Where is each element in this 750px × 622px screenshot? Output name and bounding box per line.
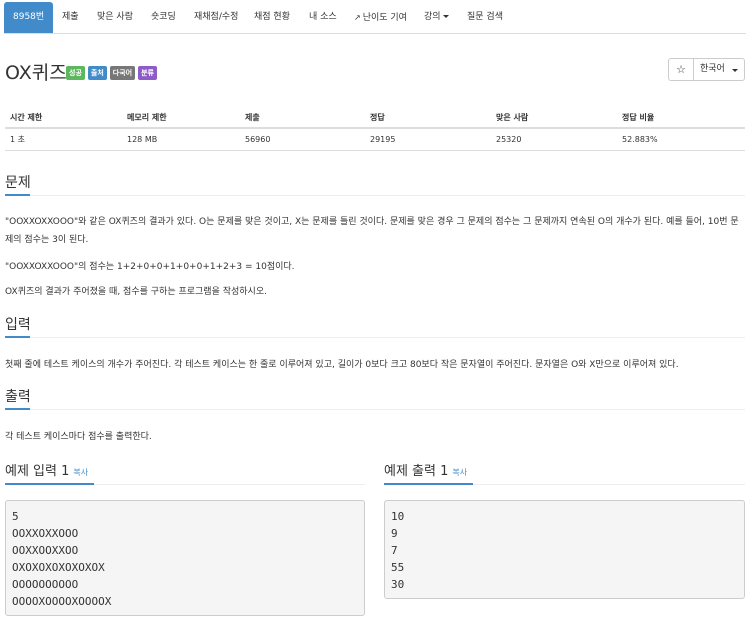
table-cell: 128 MB (122, 128, 240, 151)
nav-tab-short-coding[interactable]: 숏코딩 (151, 2, 176, 33)
nav-tab-solved-users-label: 맞은 사람 (97, 12, 133, 22)
nav-tab-question-search[interactable]: 질문 검색 (467, 2, 503, 33)
external-link-icon: ↗ (354, 13, 361, 22)
table-header-cell: 맞은 사람 (491, 108, 617, 129)
divider (5, 409, 745, 410)
copy-sample-output-button[interactable]: 복사 (452, 468, 467, 477)
sample-input-heading: 예제 입력 1 복사 (5, 460, 88, 479)
heading-underline (5, 483, 94, 485)
copy-sample-input-button[interactable]: 복사 (73, 468, 88, 477)
caret-down-icon (732, 69, 738, 72)
heading-underline (5, 408, 30, 410)
nav-tab-status-label: 채점 현황 (254, 12, 290, 22)
nav-tab-submit[interactable]: 제출 (62, 2, 79, 33)
label-success[interactable]: 성공 (66, 66, 85, 80)
heading-underline (5, 336, 30, 338)
problem-nav: 8958번 제출 맞은 사람 숏코딩 재채점/수정 채점 현황 내 소스 ↗ 난이… (4, 2, 746, 34)
table-header-cell: 정답 비율 (617, 108, 745, 129)
problem-description-text: "OOXXOXXOOO"와 같은 OX퀴즈의 결과가 있다. O는 문제를 맞은… (5, 217, 739, 245)
table-row: 1 초 128 MB 56960 29195 25320 52.883% (5, 128, 745, 151)
input-description-text: 첫째 줄에 테스트 케이스의 개수가 주어진다. 각 테스트 케이스는 한 줄로… (5, 360, 679, 370)
table-cell: 29195 (365, 128, 491, 151)
nav-tab-lecture[interactable]: 강의 (424, 2, 449, 33)
table-cell: 25320 (491, 128, 617, 151)
nav-tab-difficulty-label: 난이도 기여 (362, 13, 407, 23)
nav-tab-problem[interactable]: 8958번 (4, 2, 54, 33)
sample-input-block[interactable]: 5 OOXXOXXOOO OOXXOOXXOO OXOXOXOXOXOXOX O… (5, 500, 365, 616)
nav-tab-solved-users[interactable]: 맞은 사람 (97, 2, 133, 33)
label-multilingual[interactable]: 다국어 (109, 66, 136, 80)
language-select-value: 한국어 (700, 64, 725, 74)
nav-tab-status[interactable]: 채점 현황 (254, 2, 290, 33)
problem-labels: 성공 출처 다국어 분류 (66, 66, 157, 80)
nav-tab-lecture-label: 강의 (424, 12, 441, 22)
nav-tab-rejudge[interactable]: 재채점/수정 (194, 2, 238, 33)
problem-title: OX퀴즈 (5, 62, 67, 84)
problem-description-task: OX퀴즈의 결과가 주어졌을 때, 점수를 구하는 프로그램을 작성하시오. (5, 287, 267, 297)
sample-output-block[interactable]: 10 9 7 55 30 (384, 500, 745, 599)
table-cell: 56960 (240, 128, 365, 151)
nav-tab-my-source-label: 내 소스 (309, 12, 337, 22)
language-select[interactable]: 한국어 (693, 58, 745, 81)
nav-tab-difficulty[interactable]: ↗ 난이도 기여 (354, 2, 407, 33)
problem-description-example: "OOXXOXXOOO"의 점수는 1+2+0+0+1+0+0+1+2+3 = … (5, 262, 295, 272)
star-icon: ☆ (676, 63, 686, 76)
nav-tab-rejudge-label: 재채점/수정 (194, 12, 239, 22)
table-cell: 1 초 (5, 128, 122, 151)
problem-description-heading: 문제 (5, 175, 31, 191)
table-header-cell: 시간 제한 (5, 108, 122, 129)
divider (5, 337, 745, 338)
problem-info-table: 시간 제한 메모리 제한 제출 정답 맞은 사람 정답 비율 1 초 128 M… (5, 108, 745, 151)
nav-tab-my-source[interactable]: 내 소스 (309, 2, 337, 33)
nav-tab-short-coding-label: 숏코딩 (151, 12, 176, 22)
heading-underline (5, 194, 30, 196)
table-header-cell: 정답 (365, 108, 491, 129)
table-header-cell: 제출 (240, 108, 365, 129)
heading-underline (384, 483, 473, 485)
nav-tab-question-search-label: 질문 검색 (467, 12, 503, 22)
caret-down-icon (442, 15, 449, 18)
table-cell: 52.883% (617, 128, 745, 151)
label-source[interactable]: 출처 (87, 66, 107, 80)
sample-input-heading-text: 예제 입력 1 (5, 464, 70, 479)
sample-output-heading: 예제 출력 1 복사 (384, 460, 467, 479)
label-category[interactable]: 분류 (138, 66, 157, 80)
nav-tab-problem-label: 8958번 (13, 12, 45, 22)
divider (5, 195, 745, 196)
output-heading: 출력 (5, 389, 31, 405)
output-description-text: 각 테스트 케이스마다 점수를 출력한다. (5, 432, 152, 442)
table-header-cell: 메모리 제한 (122, 108, 240, 129)
sample-output-heading-text: 예제 출력 1 (384, 464, 449, 479)
input-heading: 입력 (5, 317, 31, 333)
table-header-row: 시간 제한 메모리 제한 제출 정답 맞은 사람 정답 비율 (5, 108, 745, 129)
nav-tab-submit-label: 제출 (62, 12, 79, 22)
favorite-star-button[interactable]: ☆ (668, 58, 694, 81)
